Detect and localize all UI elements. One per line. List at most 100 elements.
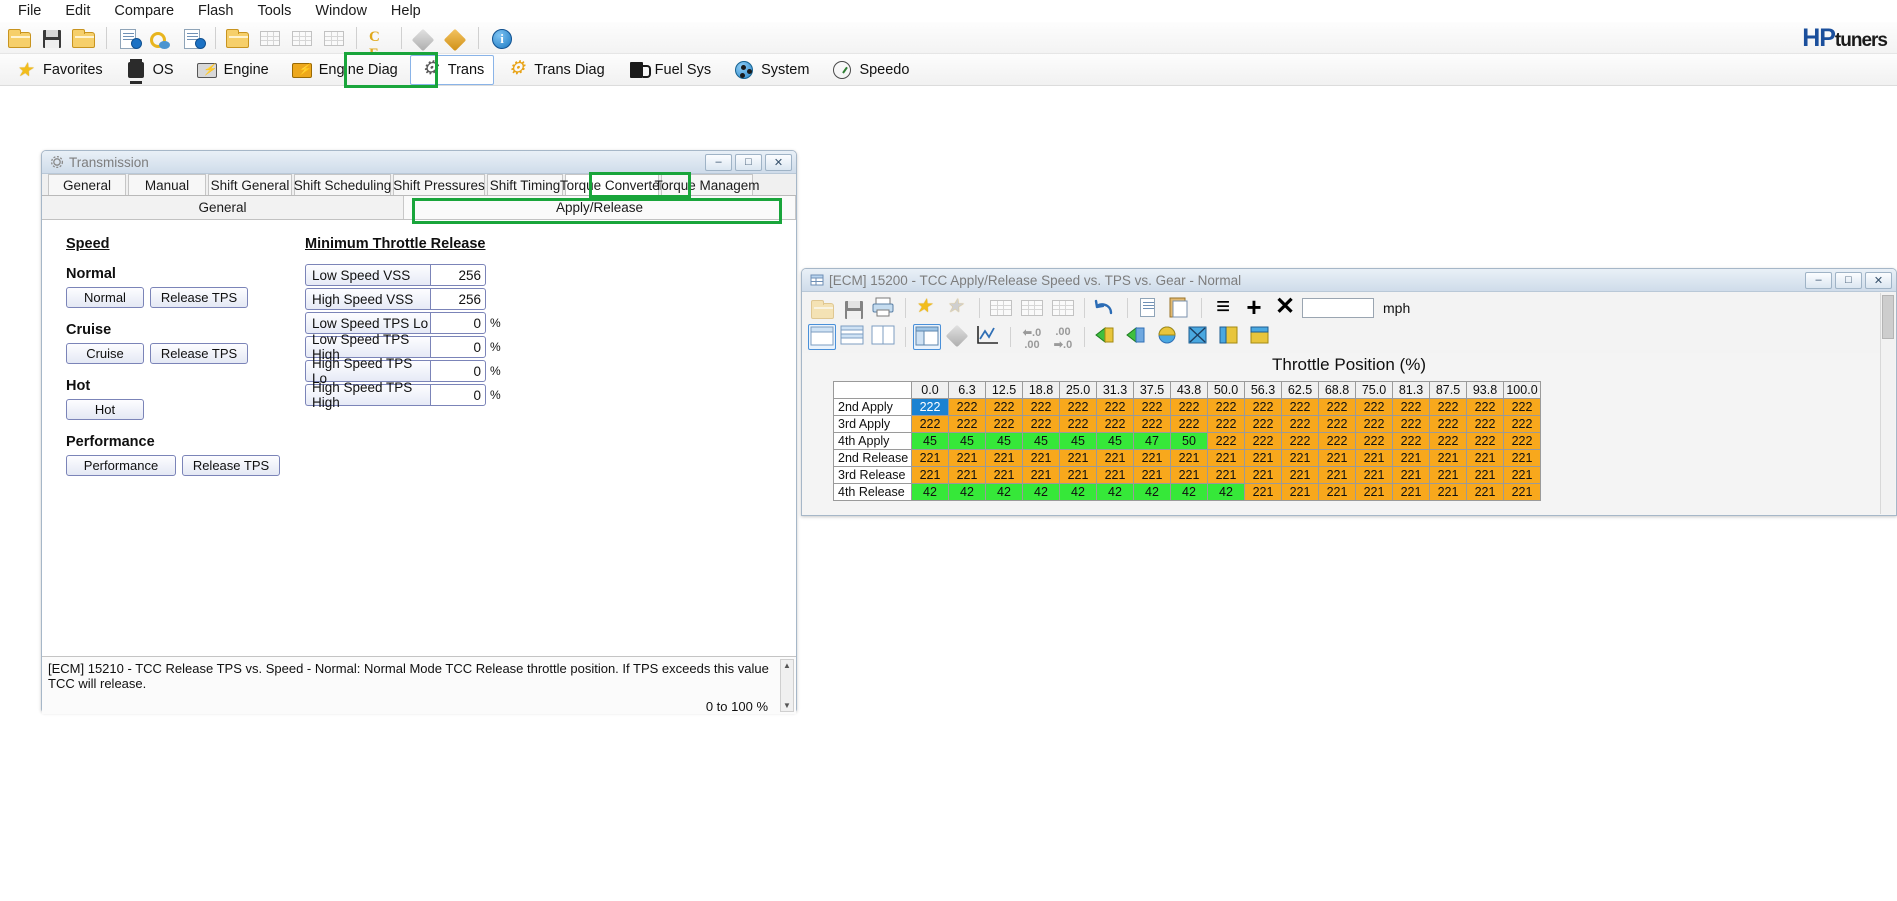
units-convert-icon[interactable]: CF — [364, 24, 394, 62]
table-minimize-button[interactable]: – — [1805, 271, 1832, 289]
column-header[interactable]: 18.8 — [1022, 381, 1060, 399]
category-os[interactable]: OS — [115, 55, 184, 85]
table-compare-icon[interactable] — [255, 24, 285, 52]
scroll-up-arrow-icon[interactable]: ▲ — [782, 661, 792, 670]
grid-cell[interactable]: 45 — [1022, 432, 1060, 450]
grid-cell[interactable]: 221 — [1318, 466, 1356, 484]
tab-shift-general[interactable]: Shift General — [208, 174, 292, 195]
field-value[interactable]: 256 — [430, 288, 486, 310]
grid-cell[interactable]: 221 — [1059, 449, 1097, 467]
color-yellow-icon[interactable] — [1154, 324, 1182, 350]
tcc-data-table[interactable]: 0.0 6.3 12.5 18.8 25.0 31.3 37.5 43.8 50.0 56.3 62… — [833, 381, 1541, 501]
decimal-decrease-icon[interactable]: ⬅.0.00 — [1018, 324, 1046, 351]
grid-cell[interactable]: 221 — [1503, 483, 1541, 501]
equals-icon[interactable]: ≡ — [1209, 295, 1237, 321]
grid-cell[interactable]: 222 — [1022, 415, 1060, 433]
column-header[interactable]: 31.3 — [1096, 381, 1134, 399]
row-header[interactable]: 2nd Release — [833, 449, 912, 467]
grid-cell[interactable]: 221 — [948, 466, 986, 484]
column-header[interactable]: 56.3 — [1244, 381, 1282, 399]
column-header[interactable]: 87.5 — [1429, 381, 1467, 399]
row-header[interactable]: 4th Release — [833, 483, 912, 501]
grid-cell[interactable]: 222 — [1096, 415, 1134, 433]
grid-cell[interactable]: 42 — [1170, 483, 1208, 501]
column-header[interactable]: 37.5 — [1133, 381, 1171, 399]
grid-cell[interactable]: 222 — [1244, 432, 1282, 450]
category-trans-diag[interactable]: Trans Diag — [496, 55, 614, 85]
remove-favorite-icon[interactable]: ★ — [944, 295, 972, 321]
grid-cell[interactable]: 221 — [948, 449, 986, 467]
grid-cell[interactable]: 222 — [1022, 398, 1060, 416]
grid-cell[interactable]: 221 — [1503, 466, 1541, 484]
hot-button[interactable]: Hot — [66, 399, 144, 420]
grid-cell[interactable]: 221 — [1022, 449, 1060, 467]
field-high-speed-tps-lo[interactable]: High Speed TPS Lo 0 % — [305, 356, 565, 386]
grid-cell[interactable]: 222 — [1244, 398, 1282, 416]
normal-button[interactable]: Normal — [66, 287, 144, 308]
field-value[interactable]: 256 — [430, 264, 486, 286]
grid-cell[interactable]: 221 — [1392, 466, 1430, 484]
subtab-apply-release[interactable]: Apply/Release — [404, 196, 796, 219]
tab-shift-timing[interactable]: Shift Timing — [487, 174, 563, 195]
transmission-maximize-button[interactable]: □ — [735, 153, 762, 171]
grid-cell[interactable]: 222 — [948, 398, 986, 416]
grid-cell[interactable]: 221 — [1466, 466, 1504, 484]
open-icon[interactable] — [808, 295, 836, 321]
column-header[interactable]: 75.0 — [1355, 381, 1393, 399]
grid-cell[interactable]: 47 — [1133, 432, 1171, 450]
grid-cell[interactable]: 222 — [1281, 398, 1319, 416]
row-header[interactable]: 2nd Apply — [833, 398, 912, 416]
column-header[interactable]: 81.3 — [1392, 381, 1430, 399]
grid-cell[interactable]: 45 — [948, 432, 986, 450]
grid-cell[interactable]: 221 — [1207, 449, 1245, 467]
column-header[interactable]: 100.0 — [1503, 381, 1541, 399]
diamond-icon[interactable] — [944, 324, 972, 350]
grid-cell[interactable]: 45 — [911, 432, 949, 450]
grid-cell[interactable]: 222 — [1170, 398, 1208, 416]
tab-manual[interactable]: Manual — [128, 174, 206, 195]
grid-cell[interactable]: 221 — [1429, 466, 1467, 484]
diamond-orange-icon[interactable] — [441, 24, 471, 52]
grid-cell[interactable]: 42 — [948, 483, 986, 501]
color-green-icon[interactable] — [1092, 324, 1120, 350]
normal-release-tps-button[interactable]: Release TPS — [150, 287, 248, 308]
grid-cell[interactable]: 222 — [1207, 398, 1245, 416]
table-row[interactable]: 4th Apply 45 45 45 45 45 45 47 50 222 222 222 222 222… — [833, 432, 1541, 450]
field-value[interactable]: 0 — [430, 336, 486, 358]
grid-cell[interactable]: 221 — [911, 466, 949, 484]
save-icon[interactable] — [37, 24, 67, 52]
category-trans[interactable]: Trans — [409, 54, 495, 85]
grid-cell[interactable]: 222 — [1318, 415, 1356, 433]
grid-cell[interactable]: 221 — [1281, 449, 1319, 467]
tab-shift-scheduling[interactable]: Shift Scheduling — [294, 174, 391, 195]
grid-cell[interactable]: 222 — [1207, 415, 1245, 433]
multiply-icon[interactable]: ✕ — [1271, 295, 1299, 321]
table-grid-icon-1[interactable] — [987, 295, 1015, 321]
tab-torque-converter[interactable]: Torque Converter — [560, 174, 664, 195]
grid-cell[interactable]: 221 — [1503, 449, 1541, 467]
grid-cell[interactable]: 222 — [1059, 415, 1097, 433]
grid-cell[interactable]: 45 — [985, 432, 1023, 450]
grid-cell[interactable]: 221 — [1207, 466, 1245, 484]
table-icon-3[interactable] — [319, 24, 349, 52]
transmission-close-button[interactable]: ✕ — [765, 153, 792, 171]
info-icon[interactable]: i — [486, 24, 516, 52]
grid-cell[interactable]: 221 — [1429, 483, 1467, 501]
table-row[interactable]: 3rd Apply 222 222 222 222 222 222 222 222 222 222 2… — [833, 415, 1541, 433]
transmission-minimize-button[interactable]: – — [705, 153, 732, 171]
undo-icon[interactable] — [1092, 295, 1120, 321]
grid-cell[interactable]: 222 — [1355, 398, 1393, 416]
menu-item-file[interactable]: File — [6, 1, 53, 21]
grid-cell[interactable]: 222 — [1429, 432, 1467, 450]
color-fill-icon[interactable] — [1247, 324, 1275, 350]
diamond-gray-icon[interactable] — [409, 24, 439, 52]
color-gradient-icon[interactable] — [1123, 324, 1151, 350]
grid-cell[interactable]: 42 — [1096, 483, 1134, 501]
column-header[interactable]: 50.0 — [1207, 381, 1245, 399]
row-header[interactable]: 3rd Apply — [833, 415, 912, 433]
grid-cell[interactable]: 222 — [1503, 415, 1541, 433]
field-value[interactable]: 0 — [430, 312, 486, 334]
field-high-speed-vss[interactable]: High Speed VSS 256 — [305, 288, 565, 310]
grid-cell[interactable]: 42 — [911, 483, 949, 501]
row-header[interactable]: 3rd Release — [833, 466, 912, 484]
